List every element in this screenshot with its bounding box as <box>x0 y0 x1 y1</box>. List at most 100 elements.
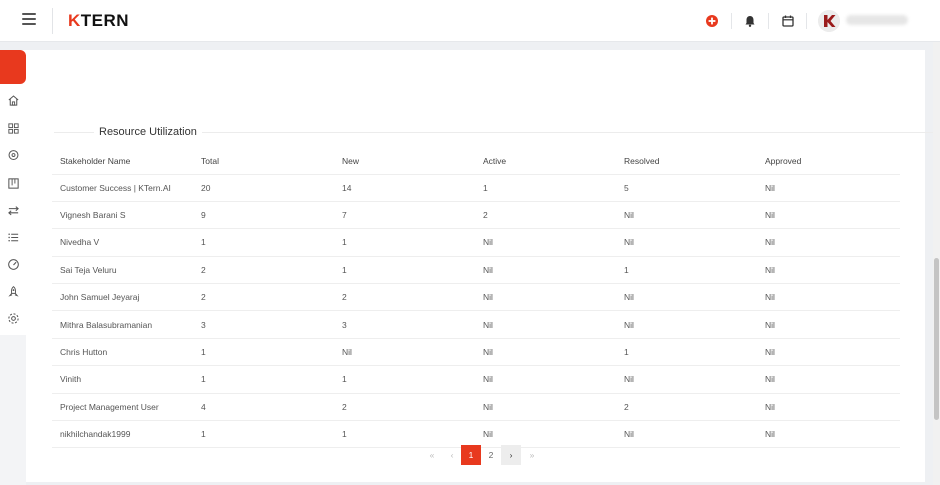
page-2-button[interactable]: 2 <box>481 445 501 465</box>
location-pin-icon[interactable] <box>7 149 20 162</box>
table-row[interactable]: Vignesh Barani S 9 7 2 Nil Nil <box>52 200 900 229</box>
add-circle-icon[interactable] <box>704 13 720 29</box>
first-page-button[interactable]: « <box>422 445 442 465</box>
sidebar-footer-area <box>0 335 26 485</box>
column-header-total[interactable]: Total <box>193 148 334 174</box>
table-row[interactable]: Project Management User 4 2 Nil 2 Nil <box>52 392 900 421</box>
avatar[interactable] <box>818 10 840 32</box>
sidebar-active-indicator[interactable] <box>0 50 26 84</box>
table-row[interactable]: nikhilchandak1999 1 1 Nil Nil Nil <box>52 420 900 449</box>
prev-page-button[interactable]: ‹ <box>442 445 462 465</box>
column-header-new[interactable]: New <box>334 148 475 174</box>
column-header-stakeholder-name[interactable]: Stakeholder Name <box>52 148 193 174</box>
cell-new: 3 <box>334 310 475 339</box>
cell-new: 14 <box>334 173 475 202</box>
home-icon[interactable] <box>7 94 20 107</box>
username-blurred[interactable] <box>846 15 908 25</box>
resource-utilization-table: Stakeholder Name Total New Active Resolv… <box>52 148 900 449</box>
table-row[interactable]: Mithra Balasubramanian 3 3 Nil Nil Nil <box>52 310 900 339</box>
column-header-active[interactable]: Active <box>475 148 616 174</box>
next-page-button[interactable]: › <box>501 445 521 465</box>
cell-stakeholder-name: Nivedha V <box>52 228 193 257</box>
cell-approved: Nil <box>757 392 900 421</box>
cell-stakeholder-name: Mithra Balasubramanian <box>52 310 193 339</box>
transfer-icon[interactable] <box>7 204 20 217</box>
logo-text: TERN <box>80 11 130 30</box>
cell-new: 2 <box>334 392 475 421</box>
cell-total: 1 <box>193 365 334 394</box>
cell-active: Nil <box>475 365 616 394</box>
cell-resolved: 1 <box>616 255 757 284</box>
last-page-button[interactable]: » <box>522 445 542 465</box>
cell-new: 1 <box>334 365 475 394</box>
settings-icon[interactable] <box>7 312 20 325</box>
cell-approved: Nil <box>757 420 900 449</box>
cell-approved: Nil <box>757 173 900 202</box>
cell-new: 2 <box>334 283 475 311</box>
cell-total: 2 <box>193 255 334 284</box>
table-row[interactable]: Sai Teja Veluru 2 1 Nil 1 Nil <box>52 255 900 284</box>
cell-stakeholder-name: Chris Hutton <box>52 337 193 366</box>
cell-total: 9 <box>193 200 334 229</box>
cell-active: 1 <box>475 173 616 202</box>
cell-stakeholder-name: Vignesh Barani S <box>52 200 193 229</box>
rocket-icon[interactable] <box>7 285 20 298</box>
grid-icon[interactable] <box>7 122 20 135</box>
cell-new: Nil <box>334 337 475 366</box>
cell-stakeholder-name: Customer Success | KTern.AI <box>52 173 193 202</box>
cell-new: 1 <box>334 255 475 284</box>
cell-total: 20 <box>193 173 334 202</box>
cell-resolved: Nil <box>616 310 757 339</box>
column-header-resolved[interactable]: Resolved <box>616 148 757 174</box>
left-sidebar <box>0 50 26 335</box>
page-scrollbar-thumb[interactable] <box>934 258 939 420</box>
table-row[interactable]: Vinith 1 1 Nil Nil Nil <box>52 365 900 394</box>
cell-approved: Nil <box>757 255 900 284</box>
column-header-approved[interactable]: Approved <box>757 148 900 174</box>
page-1-button[interactable]: 1 <box>461 445 481 465</box>
section-title: Resource Utilization <box>94 126 202 138</box>
table-row[interactable]: Customer Success | KTern.AI 20 14 1 5 Nil <box>52 173 900 202</box>
cell-active: Nil <box>475 420 616 449</box>
cell-total: 2 <box>193 283 334 311</box>
table-row[interactable]: John Samuel Jeyaraj 2 2 Nil Nil Nil <box>52 283 900 311</box>
cell-active: Nil <box>475 283 616 311</box>
board-icon[interactable] <box>7 177 20 190</box>
cell-resolved: Nil <box>616 420 757 449</box>
table-row[interactable]: Nivedha V 1 1 Nil Nil Nil <box>52 228 900 257</box>
cell-approved: Nil <box>757 200 900 229</box>
top-header: KTERN <box>0 0 940 42</box>
cell-stakeholder-name: nikhilchandak1999 <box>52 420 193 449</box>
header-separator <box>806 13 807 29</box>
cell-total: 3 <box>193 310 334 339</box>
cell-stakeholder-name: John Samuel Jeyaraj <box>52 283 193 311</box>
table-row[interactable]: Chris Hutton 1 Nil Nil 1 Nil <box>52 337 900 366</box>
user-avatar-icon <box>818 10 840 32</box>
cell-new: 7 <box>334 200 475 229</box>
logo-mark: K <box>68 11 81 30</box>
cell-approved: Nil <box>757 337 900 366</box>
cell-active: Nil <box>475 228 616 257</box>
cell-resolved: 5 <box>616 173 757 202</box>
cell-stakeholder-name: Sai Teja Veluru <box>52 255 193 284</box>
cell-new: 1 <box>334 420 475 449</box>
cell-total: 1 <box>193 228 334 257</box>
cell-stakeholder-name: Project Management User <box>52 392 193 421</box>
cell-resolved: Nil <box>616 283 757 311</box>
list-icon[interactable] <box>7 231 20 244</box>
cell-total: 4 <box>193 392 334 421</box>
header-separator <box>731 13 732 29</box>
cell-active: Nil <box>475 392 616 421</box>
table-body: Customer Success | KTern.AI 20 14 1 5 Nil Vign… <box>52 173 900 449</box>
menu-icon[interactable] <box>22 13 36 25</box>
calendar-icon[interactable] <box>780 13 796 29</box>
dashboard-gauge-icon[interactable] <box>7 258 20 271</box>
cell-resolved: Nil <box>616 365 757 394</box>
cell-approved: Nil <box>757 228 900 257</box>
cell-approved: Nil <box>757 310 900 339</box>
cell-approved: Nil <box>757 283 900 311</box>
ktern-logo[interactable]: KTERN <box>68 11 129 31</box>
cell-active: Nil <box>475 255 616 284</box>
bell-icon[interactable] <box>742 13 758 29</box>
cell-total: 1 <box>193 337 334 366</box>
